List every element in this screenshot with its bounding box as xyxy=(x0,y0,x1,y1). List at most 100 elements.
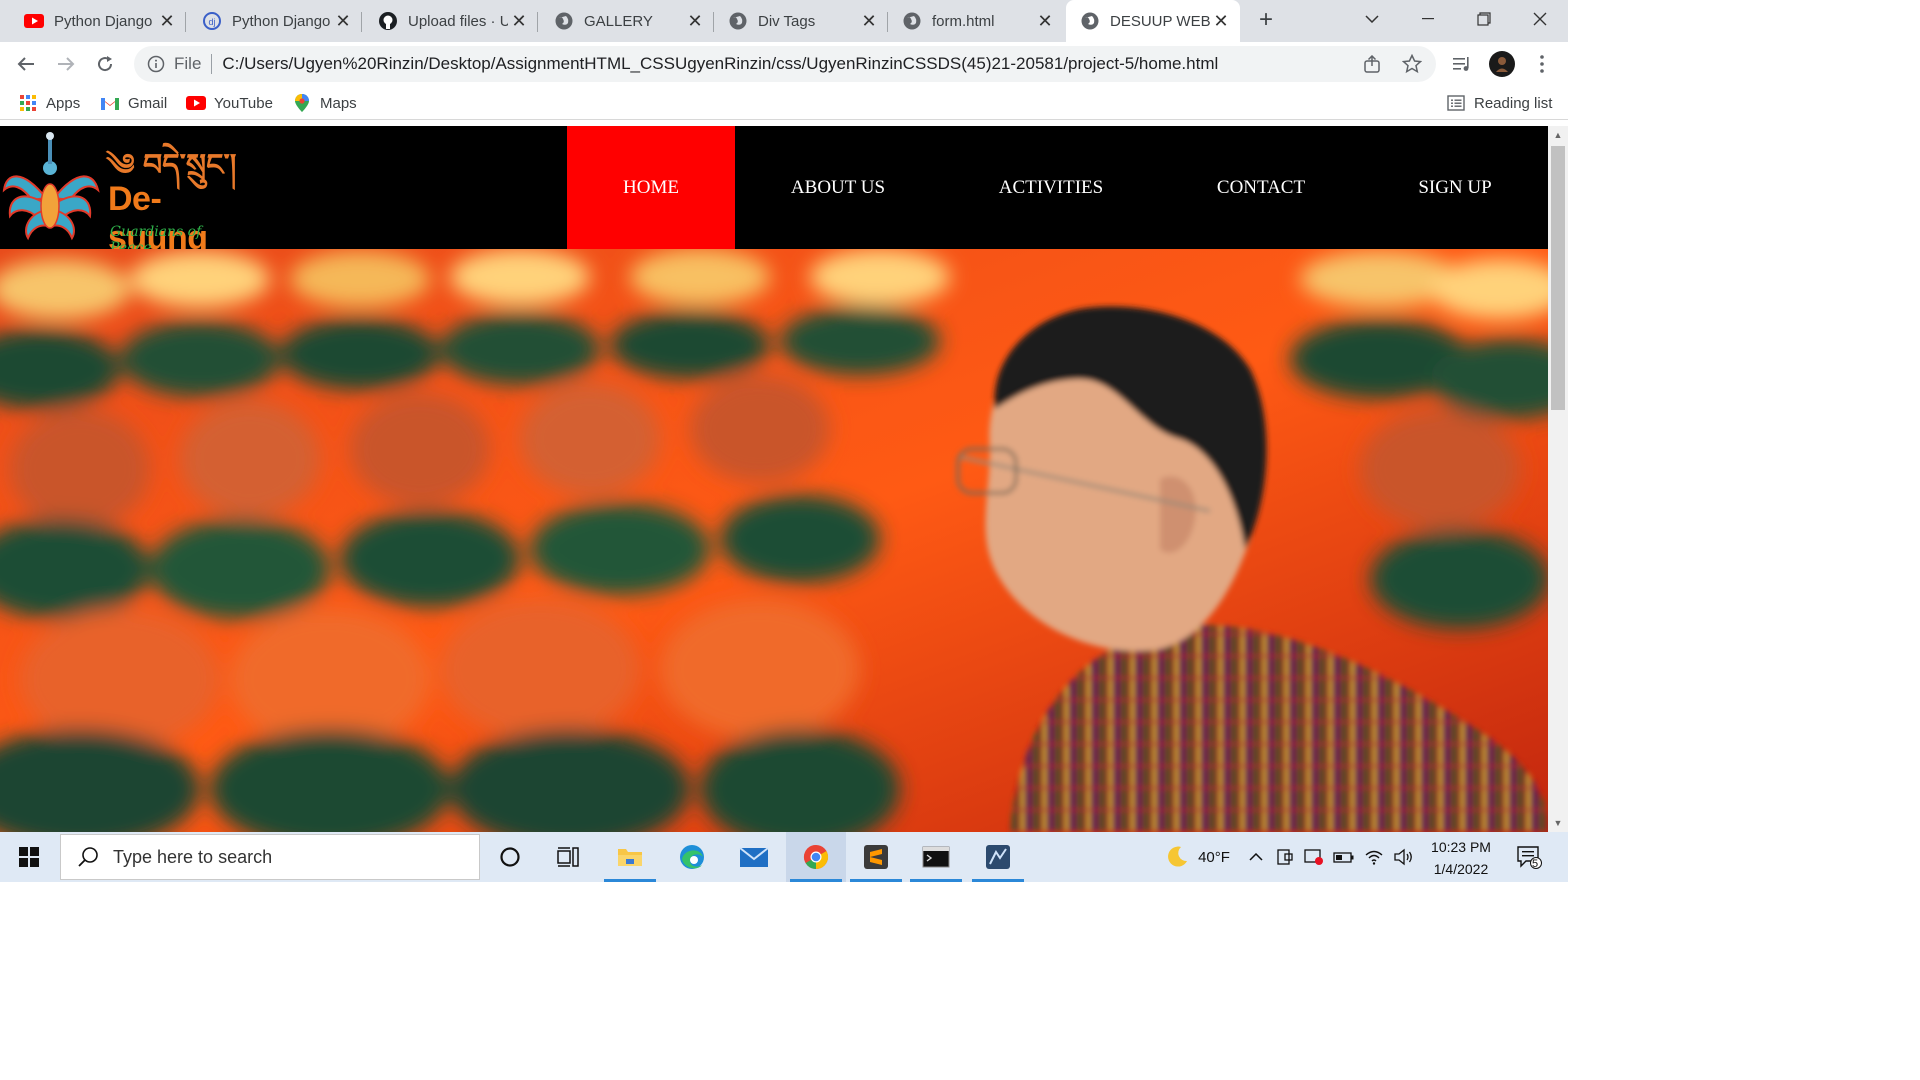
maps-pin-icon xyxy=(292,94,312,112)
security-alert-icon[interactable] xyxy=(1300,832,1328,882)
terminal-icon xyxy=(922,846,950,868)
svg-text:dj: dj xyxy=(208,17,215,27)
chevron-up-icon[interactable] xyxy=(1244,832,1268,882)
tab-title: Python Django xyxy=(54,12,153,30)
tab-title: Python Django xyxy=(232,12,331,30)
chevron-down-icon xyxy=(1365,15,1379,23)
sublime-text-button[interactable] xyxy=(846,832,906,882)
folder-icon xyxy=(618,849,642,866)
meet-now-icon[interactable] xyxy=(1272,832,1298,882)
address-bar[interactable]: File C:/Users/Ugyen%20Rinzin/Desktop/Ass… xyxy=(134,46,1436,82)
chrome-button[interactable] xyxy=(786,832,846,882)
browser-tab[interactable]: form.html ✕ xyxy=(888,0,1064,42)
globe-icon xyxy=(554,11,574,31)
battery-icon[interactable] xyxy=(1330,832,1358,882)
new-tab-button[interactable]: + xyxy=(1252,6,1280,34)
github-icon xyxy=(378,11,398,31)
bookmark-maps[interactable]: Maps xyxy=(292,92,357,114)
bookmark-youtube[interactable]: YouTube xyxy=(186,92,273,114)
browser-tab[interactable]: GALLERY ✕ xyxy=(540,0,714,42)
search-icon xyxy=(75,844,101,870)
back-button[interactable] xyxy=(12,50,40,78)
site-navbar: ༄ བདེ་སྲུང་། De-suung Guardians of Peace… xyxy=(0,126,1548,257)
close-icon[interactable]: ✕ xyxy=(1210,11,1232,32)
bookmark-label: Apps xyxy=(46,94,81,112)
cortana-circle-icon xyxy=(500,847,520,867)
info-icon[interactable] xyxy=(146,54,166,74)
edge-icon xyxy=(680,845,704,869)
scrollbar-thumb[interactable] xyxy=(1551,146,1565,410)
tab-title: form.html xyxy=(932,12,995,30)
browser-tab-active[interactable]: DESUUP WEBS ✕ xyxy=(1066,0,1240,42)
nav-activities[interactable]: ACTIVITIES xyxy=(966,126,1136,249)
forward-button[interactable] xyxy=(52,50,80,78)
file-explorer-button[interactable] xyxy=(600,832,660,882)
windows-logo-icon xyxy=(19,847,39,867)
close-icon[interactable]: ✕ xyxy=(156,11,178,32)
share-icon[interactable] xyxy=(1360,52,1384,76)
notifications-button[interactable]: 5 xyxy=(1512,832,1546,882)
close-window-button[interactable] xyxy=(1512,0,1568,38)
browser-tab[interactable]: dj Python Django ✕ xyxy=(188,0,362,42)
mail-icon xyxy=(739,847,769,867)
media-control-button[interactable] xyxy=(1448,50,1476,78)
bookmark-label: Gmail xyxy=(128,94,168,112)
browser-tab[interactable]: Div Tags ✕ xyxy=(714,0,888,42)
reading-list-button[interactable]: Reading list xyxy=(1446,92,1552,114)
scroll-down-arrow-icon[interactable]: ▼ xyxy=(1548,814,1568,832)
nav-about-us[interactable]: ABOUT US xyxy=(756,126,920,249)
nav-sign-up[interactable]: SIGN UP xyxy=(1386,126,1524,249)
nav-home[interactable]: HOME xyxy=(567,126,735,249)
weather-widget[interactable]: 40°F xyxy=(1152,832,1242,882)
anaconda-navigator-button[interactable] xyxy=(968,832,1028,882)
divider xyxy=(211,54,213,74)
bookmark-apps[interactable]: Apps xyxy=(18,92,80,114)
browser-tab[interactable]: Python Django ✕ xyxy=(10,0,186,42)
close-icon[interactable]: ✕ xyxy=(684,11,706,32)
restore-button[interactable] xyxy=(1456,0,1512,38)
browser-toolbar: File C:/Users/Ugyen%20Rinzin/Desktop/Ass… xyxy=(0,42,1568,86)
tab-title: Upload files · U xyxy=(408,12,508,30)
profile-avatar[interactable] xyxy=(1488,50,1516,78)
notification-count: 5 xyxy=(1532,858,1539,870)
bookmark-star-icon[interactable] xyxy=(1400,52,1424,76)
taskbar-search-box[interactable]: Type here to search xyxy=(60,834,480,880)
browser-tab[interactable]: Upload files · U ✕ xyxy=(364,0,538,42)
close-icon[interactable]: ✕ xyxy=(1034,11,1056,32)
mail-button[interactable] xyxy=(724,832,784,882)
task-view-button[interactable] xyxy=(538,832,598,882)
scroll-up-arrow-icon[interactable]: ▲ xyxy=(1548,126,1568,144)
terminal-button[interactable] xyxy=(906,832,966,882)
back-arrow-icon xyxy=(17,57,34,71)
garuda-emblem-icon xyxy=(2,132,100,241)
bookmark-gmail[interactable]: Gmail xyxy=(100,92,167,114)
close-icon[interactable]: ✕ xyxy=(508,11,530,32)
cortana-button[interactable] xyxy=(480,832,540,882)
system-clock[interactable]: 10:23 PM 1/4/2022 xyxy=(1418,836,1504,880)
page-scrollbar[interactable]: ▲ ▼ xyxy=(1548,126,1568,832)
reload-button[interactable] xyxy=(91,50,119,78)
volume-icon[interactable] xyxy=(1390,832,1418,882)
sublime-text-icon xyxy=(864,845,888,869)
close-icon[interactable]: ✕ xyxy=(332,11,354,32)
apps-grid-icon xyxy=(18,94,38,112)
nav-contact[interactable]: CONTACT xyxy=(1182,126,1340,249)
tab-title: GALLERY xyxy=(584,12,653,30)
task-view-icon xyxy=(557,847,579,867)
hero-image xyxy=(0,249,1548,832)
browser-menu-button[interactable] xyxy=(1528,50,1556,78)
clock-date: 1/4/2022 xyxy=(1433,861,1489,877)
minimize-button[interactable] xyxy=(1400,0,1456,38)
edge-button[interactable] xyxy=(662,832,722,882)
start-button[interactable] xyxy=(0,832,58,882)
desuung-logo[interactable]: ༄ བདེ་སྲུང་། De-suung Guardians of Peace xyxy=(2,128,242,257)
url-text[interactable]: C:/Users/Ugyen%20Rinzin/Desktop/Assignme… xyxy=(222,54,1218,74)
tab-strip: Python Django ✕ dj Python Django ✕ Uploa… xyxy=(0,0,1568,42)
youtube-icon xyxy=(24,11,44,31)
page-viewport: ༄ བདེ་སྲུང་། De-suung Guardians of Peace… xyxy=(0,126,1548,832)
forward-arrow-icon xyxy=(58,57,75,71)
bookmark-label: YouTube xyxy=(214,94,273,112)
wifi-icon[interactable] xyxy=(1360,832,1388,882)
close-icon[interactable]: ✕ xyxy=(858,11,880,32)
tab-search-button[interactable] xyxy=(1344,0,1400,38)
